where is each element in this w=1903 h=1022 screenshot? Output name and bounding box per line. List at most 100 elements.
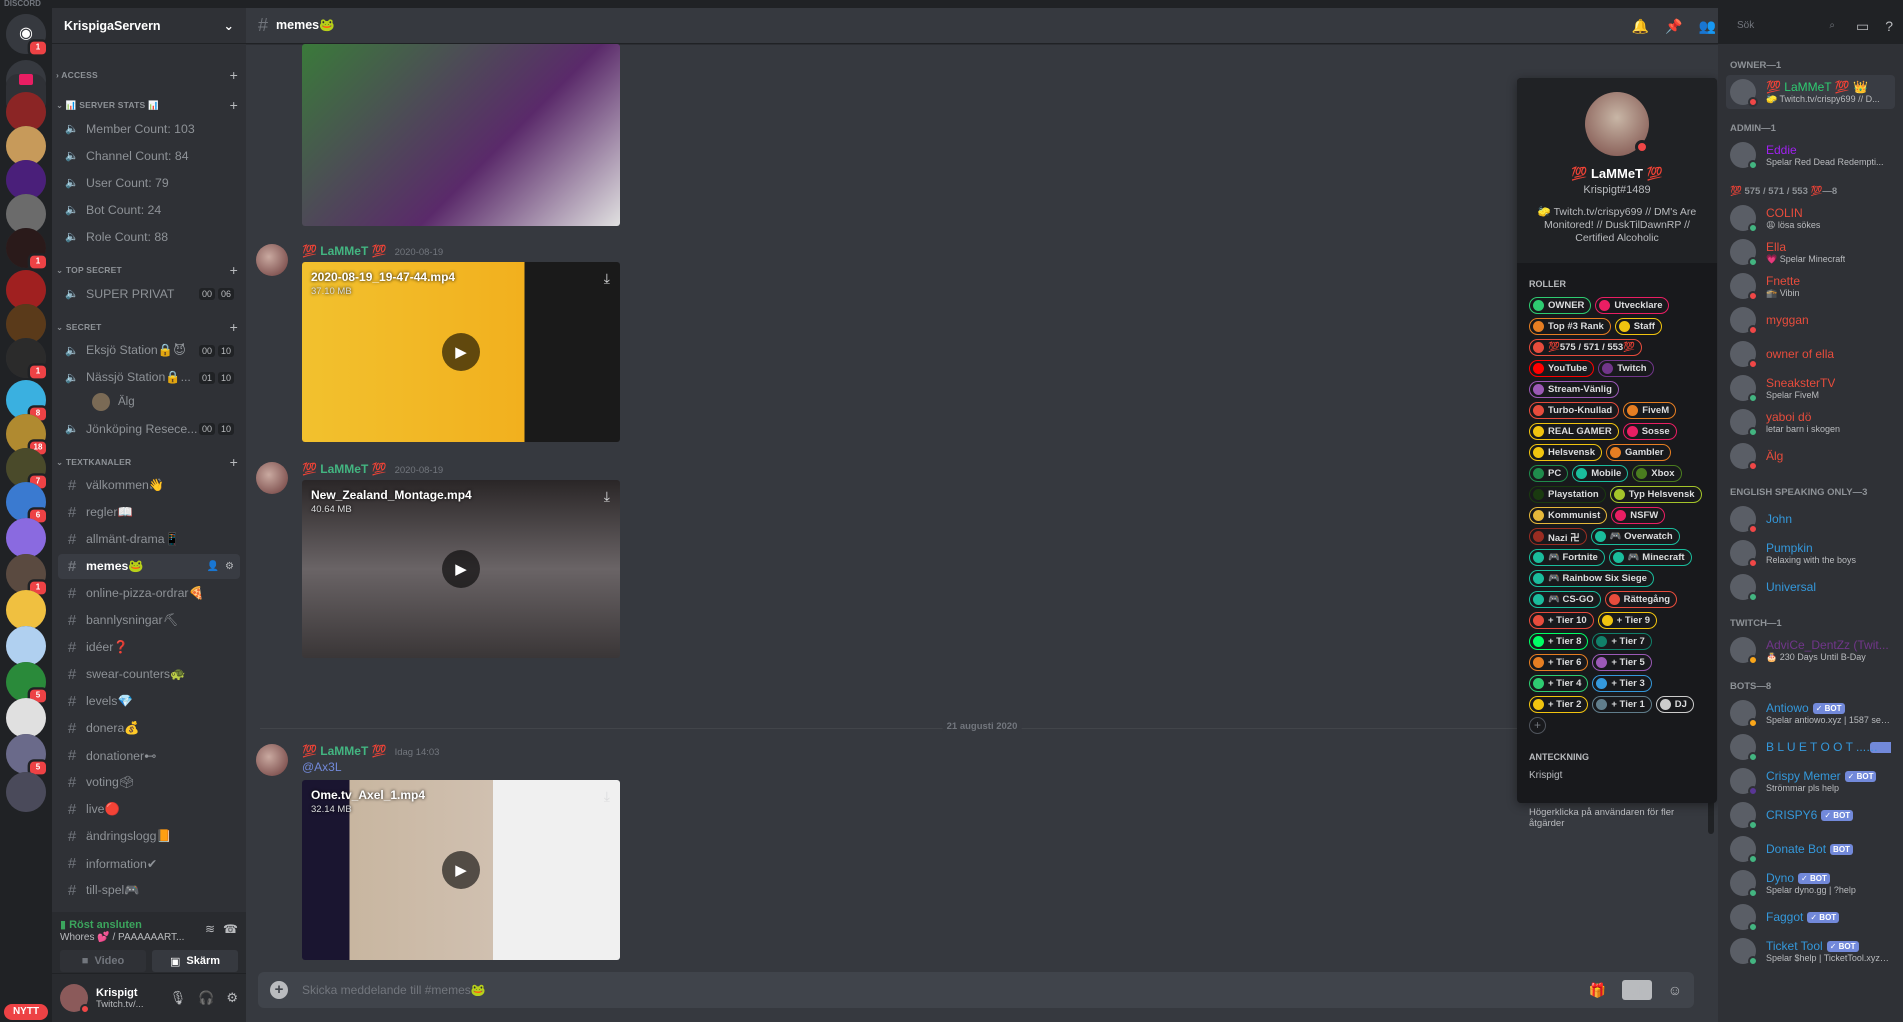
- channel-item[interactable]: 🔈 Jönköping Resece... 00 10: [58, 416, 240, 441]
- member-item[interactable]: B L U E T O O T ...✓ BOT: [1726, 730, 1895, 764]
- add-channel-icon[interactable]: +: [230, 262, 238, 278]
- guild-icon-server-hand[interactable]: 1: [6, 554, 49, 597]
- channel-item[interactable]: # allmänt-drama📱: [58, 527, 240, 552]
- channel-item[interactable]: # donera💰: [58, 716, 240, 741]
- role-pill[interactable]: 🎮 Fortnite: [1529, 549, 1605, 566]
- gear-icon[interactable]: ⚙: [226, 990, 238, 1006]
- member-item[interactable]: Fnette 🕋 Vibin: [1726, 269, 1895, 303]
- member-item[interactable]: Crispy Memer ✓ BOT Strömmar pls help: [1726, 764, 1895, 798]
- role-pill[interactable]: 💯575 / 571 / 553💯: [1529, 339, 1643, 356]
- pin-icon[interactable]: 📌: [1665, 18, 1682, 35]
- search-input[interactable]: Sök ⌕: [1731, 17, 1840, 35]
- bell-icon[interactable]: 🔔: [1632, 18, 1649, 35]
- category-secret[interactable]: ⌄ SECRET +: [52, 318, 246, 336]
- play-button[interactable]: ▶: [442, 550, 480, 588]
- role-pill[interactable]: + Tier 3: [1592, 675, 1652, 692]
- guild-icon-server-rainbow[interactable]: [6, 698, 46, 738]
- author-avatar[interactable]: [256, 462, 288, 494]
- member-item[interactable]: Donate Bot BOT: [1726, 832, 1895, 866]
- download-icon[interactable]: ⤓: [604, 270, 610, 287]
- screen-share-button[interactable]: ▣ Skärm: [152, 950, 238, 972]
- member-item[interactable]: myggan: [1726, 303, 1895, 337]
- role-pill[interactable]: + Tier 2: [1529, 696, 1589, 713]
- new-badge[interactable]: NYTT: [4, 1004, 48, 1020]
- role-pill[interactable]: 🎮 Overwatch: [1590, 528, 1680, 545]
- role-pill[interactable]: Top #3 Rank: [1529, 318, 1611, 335]
- member-item[interactable]: Faggot ✓ BOT: [1726, 900, 1895, 934]
- help-icon[interactable]: ?: [1885, 18, 1893, 34]
- message-author[interactable]: 💯 LaMMeT 💯: [302, 244, 387, 258]
- guild-icon-server-monopoly[interactable]: 5: [6, 662, 49, 705]
- channel-item[interactable]: # live🔴: [58, 797, 240, 822]
- role-pill[interactable]: 🎮 Minecraft: [1608, 549, 1692, 566]
- members-icon[interactable]: 👥: [1699, 18, 1716, 35]
- video-attachment[interactable]: New_Zealand_Montage.mp4 40.64 MB ⤓ ▶: [302, 480, 620, 658]
- channel-item[interactable]: 🔈 Channel Count: 84: [58, 143, 240, 168]
- channel-item[interactable]: 🔈 Nässjö Station🔒... 01 10: [58, 365, 240, 390]
- role-pill[interactable]: Xbox: [1632, 465, 1682, 482]
- role-pill[interactable]: Sosse: [1622, 423, 1677, 440]
- user-mention[interactable]: @Ax3L: [302, 760, 342, 774]
- play-button[interactable]: ▶: [442, 851, 480, 889]
- invite-icon[interactable]: 👤: [207, 561, 219, 572]
- message-author[interactable]: 💯 LaMMeT 💯: [302, 462, 387, 476]
- guild-icon-server-sad[interactable]: [6, 590, 46, 630]
- add-channel-icon[interactable]: +: [230, 97, 238, 113]
- role-pill[interactable]: Mobile: [1572, 465, 1629, 482]
- channel-item[interactable]: 🔈 Bot Count: 24: [58, 197, 240, 222]
- guild-icon-server-purple[interactable]: [6, 518, 46, 558]
- role-pill[interactable]: Twitch: [1598, 360, 1654, 377]
- member-item[interactable]: John: [1726, 502, 1895, 536]
- member-item[interactable]: Eddie Spelar Red Dead Redempti...: [1726, 138, 1895, 172]
- channel-item[interactable]: 🔈 SUPER PRIVAT 00 06: [58, 281, 240, 306]
- channel-item[interactable]: # bannlysningar⛏: [58, 608, 240, 633]
- channel-item[interactable]: 🔈 Role Count: 88: [58, 224, 240, 249]
- attachment-filename[interactable]: Ome.tv_Axel_1.mp4: [311, 788, 425, 802]
- role-pill[interactable]: + Tier 4: [1529, 675, 1589, 692]
- role-pill[interactable]: + Tier 8: [1529, 633, 1589, 650]
- role-pill[interactable]: Helsvensk: [1529, 444, 1603, 461]
- channel-item[interactable]: # till-spel🎮: [58, 878, 240, 903]
- guild-icon-server-dark[interactable]: 1: [6, 228, 49, 271]
- role-pill[interactable]: YouTube: [1529, 360, 1595, 377]
- role-pill[interactable]: 🎮 CS-GO: [1529, 591, 1601, 608]
- member-item[interactable]: Antiowo ✓ BOT Spelar antiowo.xyz | 1587 se…: [1726, 696, 1895, 730]
- member-item[interactable]: SneaksterTV Spelar FiveM: [1726, 371, 1895, 405]
- user-avatar[interactable]: [60, 984, 90, 1014]
- guild-icon-server-dark2[interactable]: [6, 772, 46, 812]
- member-item[interactable]: yaboi dö letar barn i skogen: [1726, 405, 1895, 439]
- role-pill[interactable]: Stream-Vänlig: [1529, 381, 1619, 398]
- gif-button[interactable]: GIF: [1622, 980, 1652, 1000]
- member-item[interactable]: 💯 LaMMeT 💯 👑 🧽 Twitch.tv/crispy699 // D..…: [1726, 75, 1895, 109]
- channel-item[interactable]: # information✔: [58, 851, 240, 876]
- category-serverstats[interactable]: ⌄ 📊 SERVER STATS 📊 +: [52, 96, 246, 114]
- role-pill[interactable]: Turbo-Knullad: [1529, 402, 1620, 419]
- message-author[interactable]: 💯 LaMMeT 💯: [302, 744, 387, 758]
- channel-item[interactable]: # donationer⊷: [58, 743, 240, 768]
- disconnect-icon[interactable]: ☎: [223, 922, 238, 936]
- author-avatar[interactable]: [256, 244, 288, 276]
- channel-item[interactable]: 🔈 Member Count: 103: [58, 116, 240, 141]
- role-pill[interactable]: Rättegång: [1604, 591, 1678, 608]
- channel-item[interactable]: 🔈 Eksjö Station🔒😈 00 10: [58, 338, 240, 363]
- role-pill[interactable]: Playstation: [1529, 486, 1606, 503]
- channel-item[interactable]: # regler📖: [58, 500, 240, 525]
- guild-icon-server-tidepool[interactable]: 1: [6, 338, 49, 381]
- channel-item[interactable]: 🔈 User Count: 79: [58, 170, 240, 195]
- play-button[interactable]: ▶: [442, 333, 480, 371]
- attachment-filename[interactable]: New_Zealand_Montage.mp4: [311, 488, 472, 502]
- role-pill[interactable]: + Tier 6: [1529, 654, 1589, 671]
- role-pill[interactable]: + Tier 1: [1592, 696, 1652, 713]
- channel-item[interactable]: # idéer❓: [58, 635, 240, 660]
- video-attachment[interactable]: 2020-08-19_19-47-44.mp4 37.10 MB ⤓ ▶: [302, 262, 620, 442]
- role-pill[interactable]: PC: [1529, 465, 1569, 482]
- member-item[interactable]: COLIN 😩 lösa sökes: [1726, 201, 1895, 235]
- emoji-icon[interactable]: ☺: [1668, 982, 1682, 998]
- category-topsecret[interactable]: ⌄ TOP SECRET +: [52, 261, 246, 279]
- role-pill[interactable]: + Tier 7: [1592, 633, 1652, 650]
- guild-icon-home[interactable]: ◉ 1: [6, 14, 49, 57]
- add-channel-icon[interactable]: +: [230, 454, 238, 470]
- member-item[interactable]: owner of ella: [1726, 337, 1895, 371]
- note-field[interactable]: Krispigt: [1529, 770, 1705, 781]
- inbox-icon[interactable]: ▭: [1856, 18, 1869, 35]
